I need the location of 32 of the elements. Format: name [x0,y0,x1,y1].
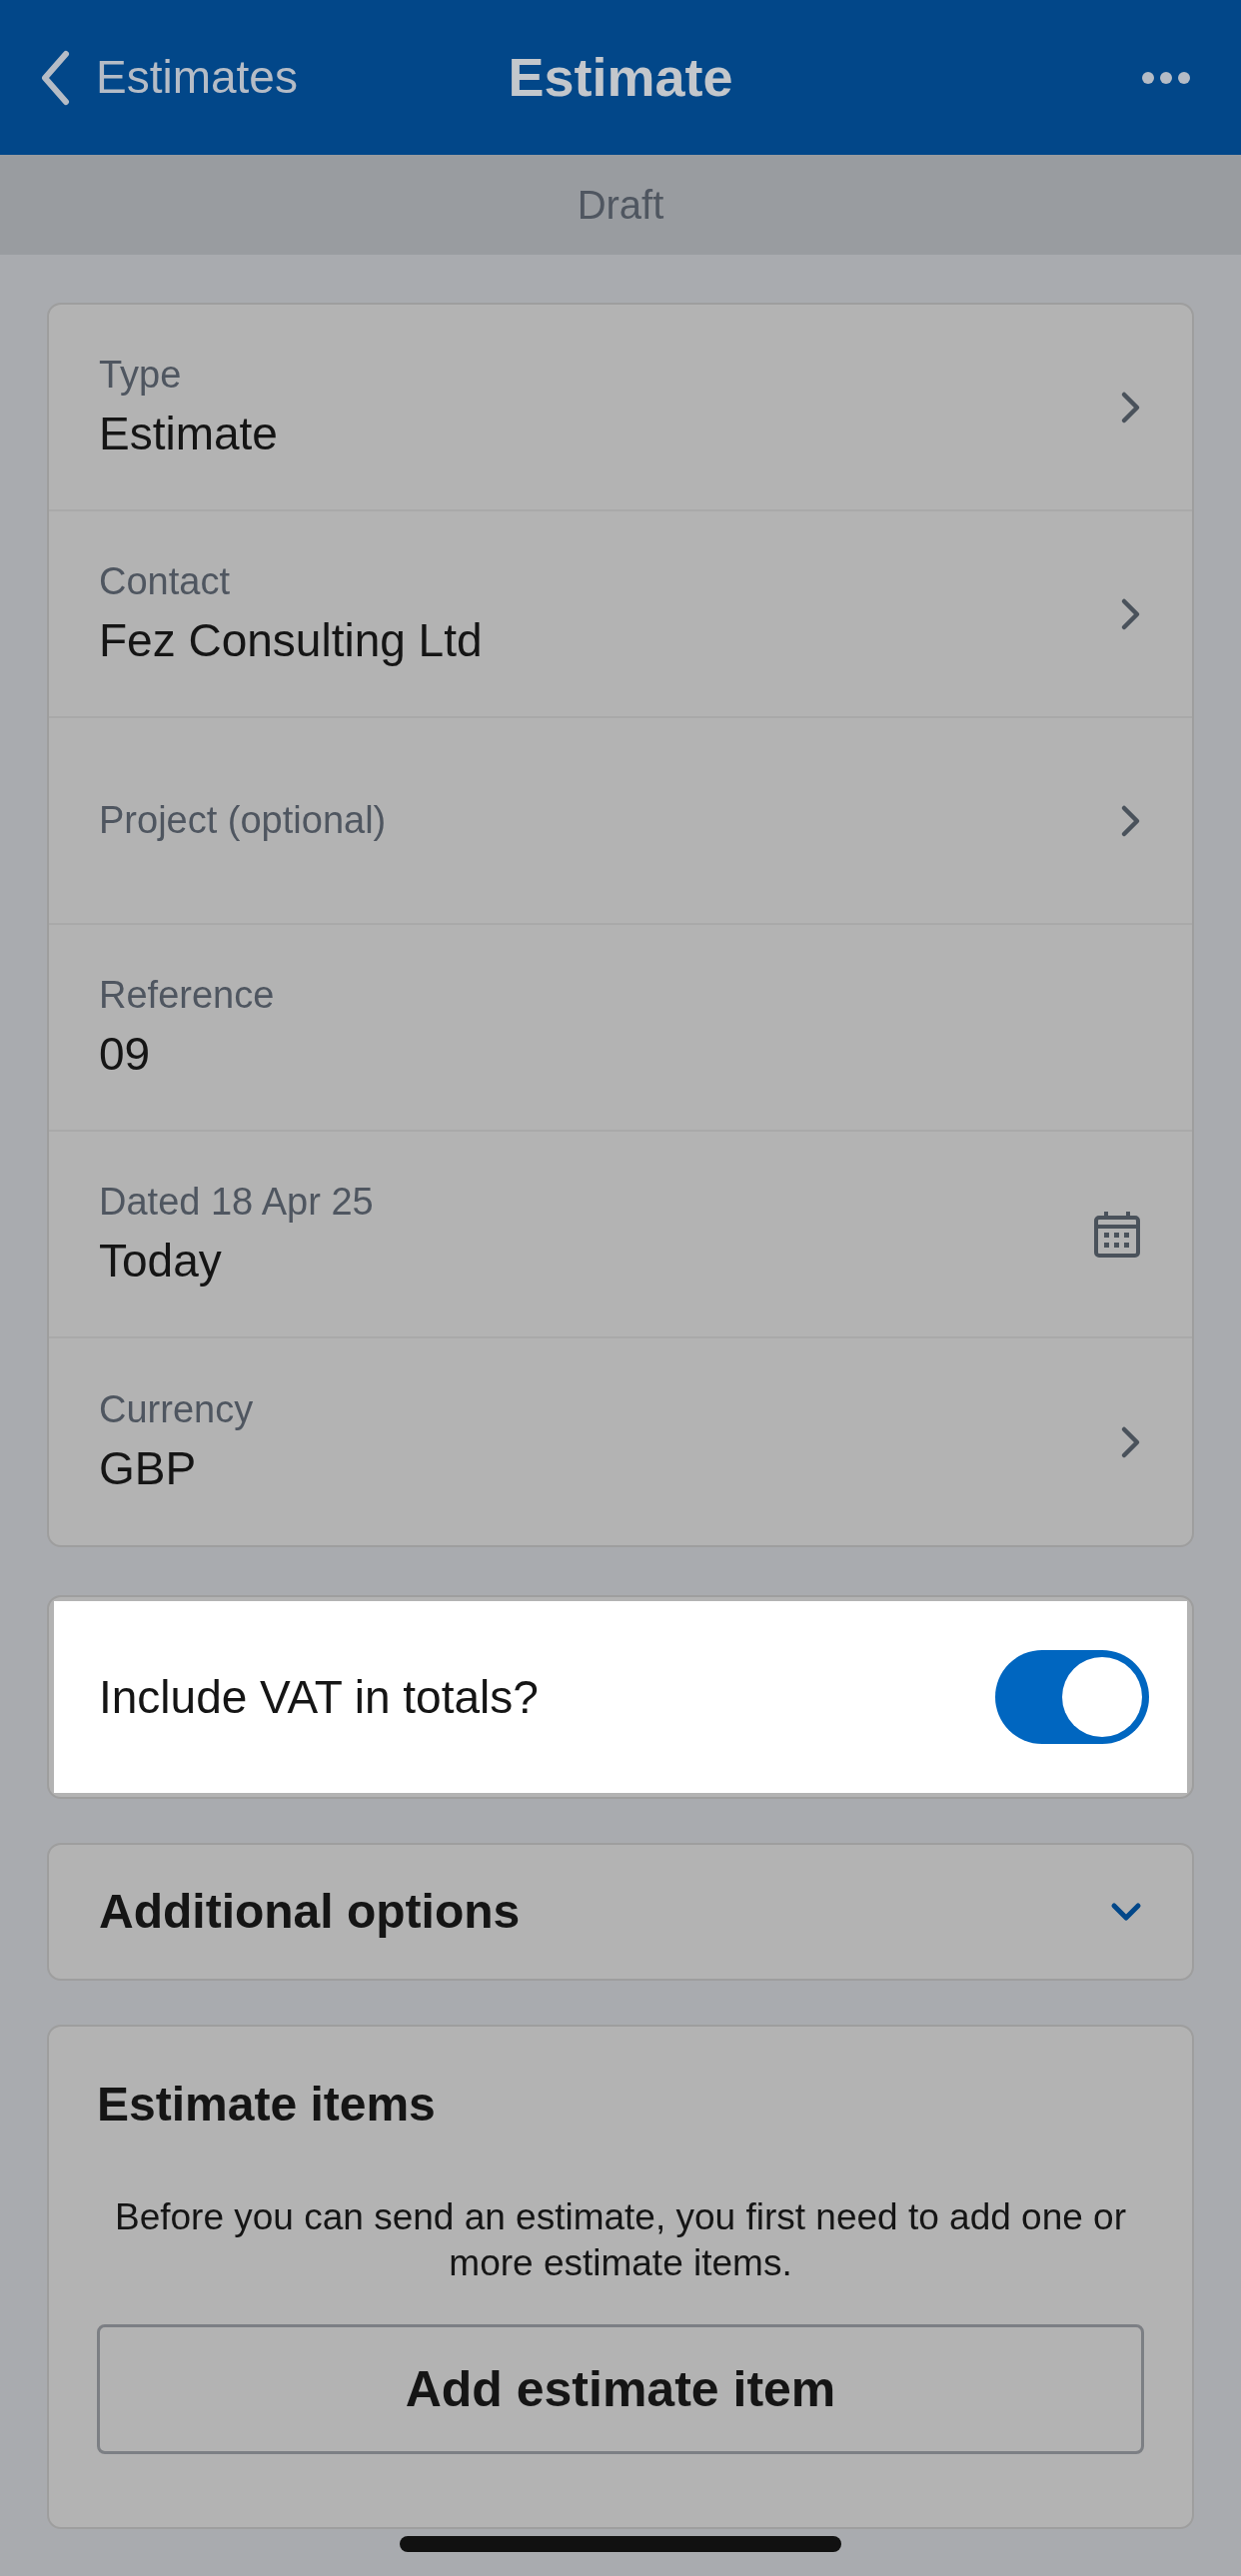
back-button[interactable]: Estimates [40,43,298,112]
field-label: Reference [99,973,275,1018]
status-banner: Draft [0,155,1241,255]
field-value: GBP [99,1440,198,1496]
form-row[interactable]: Dated 18 Apr 25 Today [49,1132,1192,1338]
field-label: Project (optional) [99,797,387,843]
field-value: Today [99,1233,223,1288]
field-label: Currency [99,1387,254,1432]
form-row[interactable]: Type Estimate [49,305,1192,511]
section-title: Estimate items [97,2077,437,2133]
chevron-right-icon [1120,390,1142,425]
field-value: 09 [99,1026,152,1082]
form-row[interactable]: Contact Fez Consulting Ltd [49,511,1192,718]
calendar-icon [1092,1209,1142,1260]
chevron-right-icon [1120,1424,1142,1459]
empty-message: Before you can send an estimate, you first need to add one or more estimate items. [114,2195,1127,2285]
form-row[interactable]: Currency GBP [49,1338,1192,1545]
chevron-right-icon [1120,596,1142,631]
chevron-right-icon [1120,803,1142,838]
more-icon[interactable] [1141,70,1191,85]
field-label: Dated 18 Apr 25 [99,1180,374,1225]
field-value: Fez Consulting Ltd [99,612,483,668]
back-chevron-icon [40,49,70,106]
additional-options-header[interactable]: Additional options [47,1843,1194,1981]
field-value: Estimate [99,406,278,461]
add-estimate-item-button[interactable]: Add estimate item [97,2324,1144,2454]
toggle-label: Include VAT in totals? [99,1669,539,1725]
screen-title: Estimate [508,46,733,109]
field-label: Contact [99,559,231,604]
field-label: Type [99,353,183,398]
form-row[interactable]: Project (optional) [49,718,1192,925]
chevron-down-icon [1110,1902,1142,1922]
